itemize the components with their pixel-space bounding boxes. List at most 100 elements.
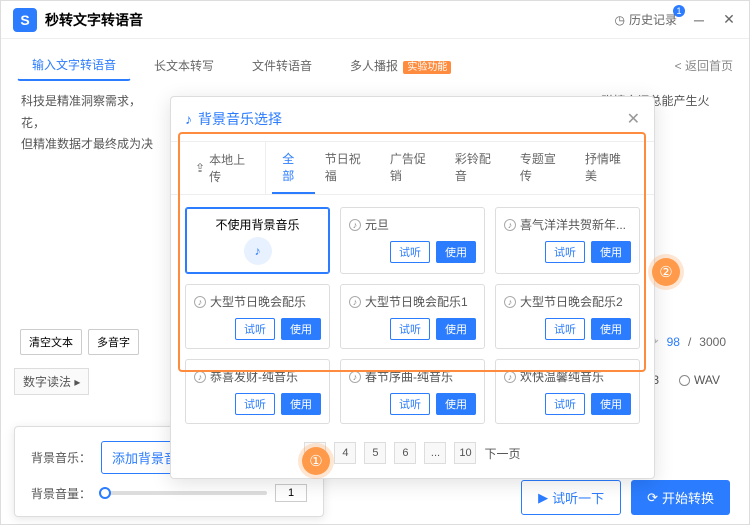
modal-title-text: 背景音乐选择 [198, 109, 282, 129]
mtab-feature[interactable]: 专题宣传 [510, 142, 575, 194]
card-title: 恭喜发财-纯音乐 [210, 368, 298, 385]
minimize-button[interactable]: ─ [691, 12, 707, 28]
card-title: 欢快温馨纯音乐 [520, 368, 604, 385]
bg-music-modal: ♪ 背景音乐选择 ✕ ⇪本地上传 全部 节日祝福 广告促销 彩铃配音 专题宣传 抒… [170, 96, 655, 479]
char-max: 3000 [699, 335, 726, 349]
music-note-icon: ♪ [194, 296, 206, 308]
try-button[interactable]: 试听 [390, 318, 430, 340]
next-page[interactable]: 下一页 [484, 445, 520, 462]
polyphone-button[interactable]: 多音字 [88, 329, 139, 355]
use-button[interactable]: 使用 [436, 318, 476, 340]
bg-music-label: 背景音乐： [31, 449, 91, 466]
music-card: ♪ 大型节日晚会配乐1 试听使用 [340, 284, 485, 349]
music-card: ♪ 春节序曲-纯音乐 试听使用 [340, 359, 485, 424]
close-button[interactable]: ✕ [721, 12, 737, 28]
try-button[interactable]: 试听 [390, 241, 430, 263]
music-card: ♪ 欢快温馨纯音乐 试听使用 [495, 359, 640, 424]
number-reading-tab[interactable]: 数字读法 ▸ [14, 368, 89, 395]
card-title: 大型节日晚会配乐2 [520, 293, 623, 310]
editor-text-1: 科技是精准洞察需求， [21, 94, 141, 108]
card-title: 喜气洋洋共贺新年... [520, 216, 626, 233]
music-note-icon: ♪ [349, 219, 361, 231]
music-card: ♪喜气洋洋共贺新年... 试听使用 [495, 207, 640, 274]
upload-icon: ⇪ [195, 161, 205, 175]
modal-category-tabs: ⇪本地上传 全部 节日祝福 广告促销 彩铃配音 专题宣传 抒情唯美 [171, 142, 654, 195]
app-title: 秒转文字转语音 [45, 10, 615, 30]
step-badge-1: ① [302, 447, 330, 475]
slider-thumb[interactable] [99, 487, 111, 499]
use-button[interactable]: 使用 [436, 393, 476, 415]
bg-volume-label: 背景音量： [31, 485, 91, 502]
history-link[interactable]: ◷ 历史记录 1 [615, 11, 678, 28]
convert-button[interactable]: ⟳开始转换 [631, 480, 730, 515]
music-note-icon: ♪ [349, 371, 361, 383]
main-tabs: 输入文字转语音 长文本转写 文件转语音 多人播报 实验功能 < 返回首页 [1, 39, 749, 81]
try-button[interactable]: 试听 [545, 318, 585, 340]
try-button[interactable]: 试听 [545, 241, 585, 263]
music-note-icon: ♪ [194, 371, 206, 383]
refresh-icon: ⟳ [647, 490, 658, 506]
music-card: ♪大型节日晚会配乐 试听使用 [185, 284, 330, 349]
card-title: 春节序曲-纯音乐 [365, 368, 453, 385]
mtab-ad[interactable]: 广告促销 [380, 142, 445, 194]
mtab-all[interactable]: 全部 [272, 142, 315, 194]
music-card: ♪ 元旦 试听使用 [340, 207, 485, 274]
history-label: 历史记录 [629, 11, 677, 28]
titlebar: S 秒转文字转语音 ◷ 历史记录 1 ─ ✕ [1, 1, 749, 39]
page-10[interactable]: 10 [454, 442, 476, 464]
use-button[interactable]: 使用 [281, 318, 321, 340]
editor-text-3: 但精准数据才最终成为决 [21, 137, 153, 151]
app-logo: S [13, 8, 37, 32]
mtab-lyrical[interactable]: 抒情唯美 [575, 142, 640, 194]
experimental-badge: 实验功能 [403, 61, 451, 74]
music-card: ♪ 大型节日晚会配乐2 试听使用 [495, 284, 640, 349]
music-note-icon: ♪ [504, 296, 516, 308]
music-note-icon: ♪ [504, 371, 516, 383]
use-button[interactable]: 使用 [436, 241, 476, 263]
bg-volume-slider[interactable] [99, 491, 267, 495]
tab-file-tts[interactable]: 文件转语音 [237, 50, 327, 81]
preview-button[interactable]: ▶试听一下 [521, 480, 621, 515]
modal-close-button[interactable]: ✕ [627, 109, 640, 129]
mtab-festival[interactable]: 节日祝福 [315, 142, 380, 194]
char-current: 98 [667, 335, 680, 349]
use-button[interactable]: 使用 [591, 393, 631, 415]
page-5[interactable]: 5 [364, 442, 386, 464]
char-sep: / [688, 335, 691, 349]
use-button[interactable]: 使用 [591, 241, 631, 263]
card-title: 元旦 [365, 216, 389, 233]
try-button[interactable]: 试听 [390, 393, 430, 415]
tab-long-text[interactable]: 长文本转写 [139, 50, 229, 81]
page-ellipsis: ... [424, 442, 446, 464]
play-icon: ▶ [538, 490, 548, 506]
page-4[interactable]: 4 [334, 442, 356, 464]
clear-text-button[interactable]: 清空文本 [20, 329, 82, 355]
wav-radio[interactable]: WAV [679, 373, 720, 387]
card-none-label: 不使用背景音乐 [194, 216, 321, 233]
bg-music-value: 添加背景音 [112, 448, 177, 467]
tab-input-tts[interactable]: 输入文字转语音 [17, 49, 131, 81]
music-note-icon: ♪ [185, 111, 192, 127]
clock-icon: ◷ [615, 13, 625, 27]
music-card: ♪ 恭喜发财-纯音乐 试听使用 [185, 359, 330, 424]
try-button[interactable]: 试听 [235, 393, 275, 415]
editor-toolbar: 清空文本 多音字 [20, 329, 139, 355]
card-none[interactable]: 不使用背景音乐 ♪ [185, 207, 330, 274]
try-button[interactable]: 试听 [235, 318, 275, 340]
step-badge-2: ② [652, 258, 680, 286]
music-grid: 不使用背景音乐 ♪ ♪元旦 试听使用 ♪喜气洋洋共贺新年... 试听使用 ♪大型… [171, 195, 654, 436]
try-button[interactable]: 试听 [545, 393, 585, 415]
back-home-link[interactable]: < 返回首页 [675, 57, 733, 74]
use-button[interactable]: 使用 [591, 318, 631, 340]
history-badge: 1 [673, 5, 685, 17]
card-title: 大型节日晚会配乐1 [365, 293, 468, 310]
music-note-icon: ♪ [349, 296, 361, 308]
mtab-ringtone[interactable]: 彩铃配音 [445, 142, 510, 194]
page-6[interactable]: 6 [394, 442, 416, 464]
use-button[interactable]: 使用 [281, 393, 321, 415]
tab-multi-voice[interactable]: 多人播报 实验功能 [335, 50, 466, 81]
bg-volume-value[interactable] [275, 484, 307, 502]
music-note-icon: ♪ [244, 237, 272, 265]
action-buttons: ▶试听一下 ⟳开始转换 [521, 480, 730, 515]
mtab-upload[interactable]: ⇪本地上传 [185, 142, 266, 194]
